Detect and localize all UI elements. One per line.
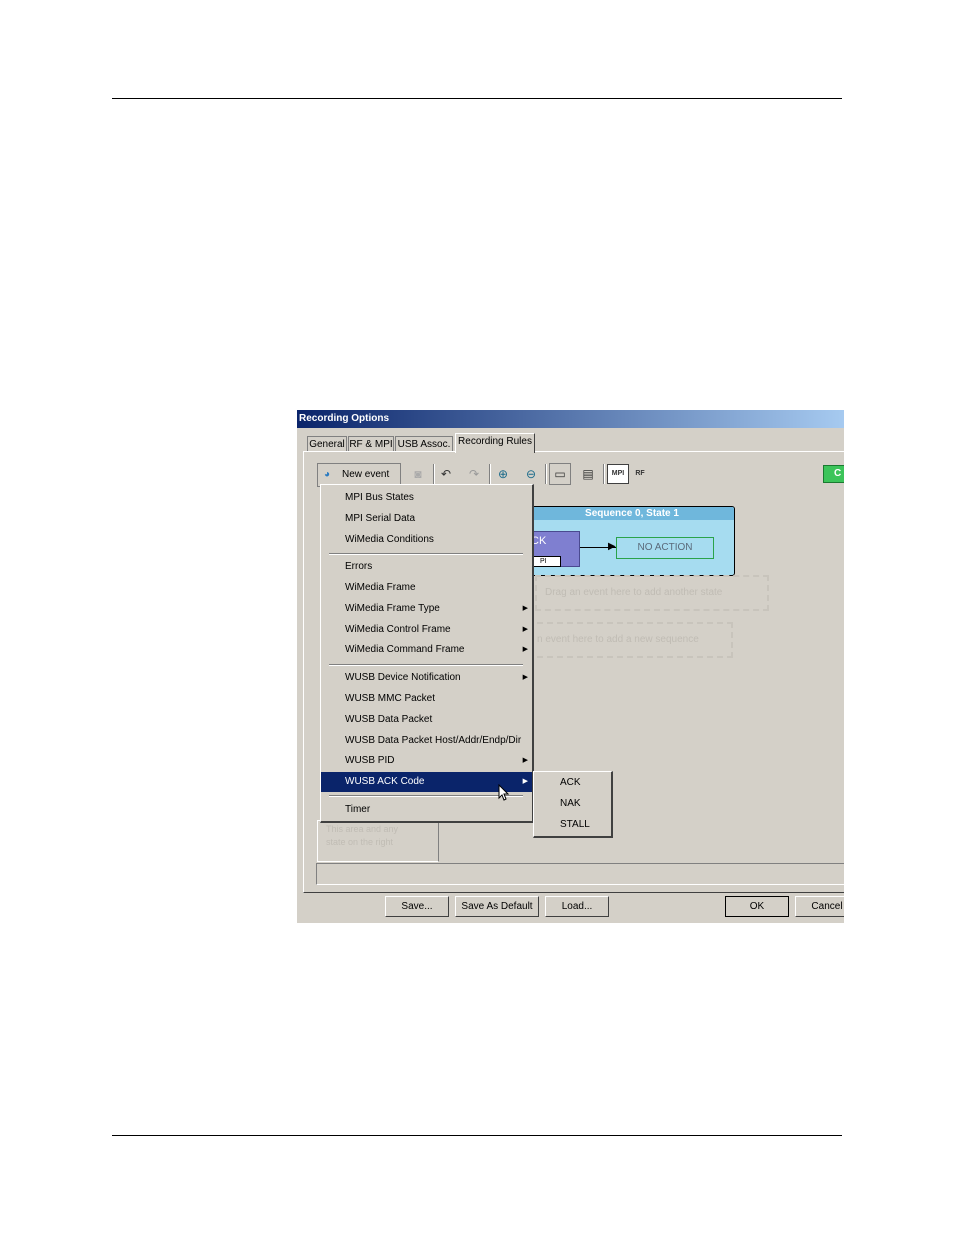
menu-item-wimedia-conditions[interactable]: WiMedia Conditions <box>321 530 532 550</box>
menu-item-timer[interactable]: Timer <box>321 800 532 820</box>
submenu-item-nak[interactable]: NAK <box>534 794 611 814</box>
new-event-menu: MPI Bus States MPI Serial Data WiMedia C… <box>320 484 534 823</box>
zoom-out-icon[interactable]: ⊖ <box>520 463 542 485</box>
rf-toggle[interactable]: RF <box>629 463 651 485</box>
ack-code-submenu: ACK NAK STALL <box>533 771 613 838</box>
toolbar-separator <box>603 464 605 484</box>
layout-icon[interactable]: ▭ <box>549 463 571 485</box>
toolbar-separator <box>489 464 491 484</box>
tab-usb-assoc[interactable]: USB Assoc. <box>395 436 453 452</box>
sequence-state-box[interactable]: Sequence 0, State 1 CK PI ▶ NO ACTION <box>529 506 735 576</box>
menu-item-wusb-data-packet[interactable]: WUSB Data Packet <box>321 710 532 730</box>
menu-item-wimedia-frame-type[interactable]: WiMedia Frame Type ▶ <box>321 599 532 619</box>
menu-item-errors[interactable]: Errors <box>321 557 532 577</box>
tab-recording-rules[interactable]: Recording Rules <box>455 433 535 453</box>
window-title: Recording Options <box>299 413 389 424</box>
undo-icon[interactable]: ↶ <box>435 463 457 485</box>
mpi-toggle[interactable]: MPI <box>607 464 629 484</box>
properties-icon[interactable]: ▤ <box>577 463 599 485</box>
bottom-rule <box>112 1135 842 1136</box>
green-status-button[interactable]: C <box>823 465 844 483</box>
camera-icon[interactable]: ◙ <box>407 463 429 485</box>
event-node[interactable]: CK PI <box>530 531 580 567</box>
menu-item-mpi-serial-data[interactable]: MPI Serial Data <box>321 509 532 529</box>
load-button[interactable]: Load... <box>545 896 609 917</box>
submenu-item-ack[interactable]: ACK <box>534 773 611 793</box>
tab-general[interactable]: General <box>307 436 347 452</box>
menu-item-wusb-mmc-packet[interactable]: WUSB MMC Packet <box>321 689 532 709</box>
submenu-item-stall[interactable]: STALL <box>534 815 611 835</box>
menu-item-wimedia-command-frame[interactable]: WiMedia Command Frame ▶ <box>321 640 532 660</box>
action-node[interactable]: NO ACTION <box>616 537 714 559</box>
drop-zone-sequence[interactable]: n event here to add a new sequence <box>527 622 733 658</box>
top-rule <box>112 98 842 99</box>
menu-separator <box>329 553 523 555</box>
toolbar-separator <box>545 464 547 484</box>
menu-item-wusb-pid[interactable]: WUSB PID ▶ <box>321 751 532 771</box>
menu-item-wimedia-control-frame[interactable]: WiMedia Control Frame ▶ <box>321 620 532 640</box>
cancel-button[interactable]: Cancel <box>795 896 844 917</box>
ok-button[interactable]: OK <box>725 896 789 917</box>
new-event-icon: ◕ <box>324 469 331 480</box>
menu-item-mpi-bus-states[interactable]: MPI Bus States <box>321 488 532 508</box>
menu-item-wusb-data-packet-host[interactable]: WUSB Data Packet Host/Addr/Endp/Dir <box>321 731 532 751</box>
left-event-pane: This area and any state on the right <box>317 820 439 862</box>
save-button[interactable]: Save... <box>385 896 449 917</box>
zoom-in-icon[interactable]: ⊕ <box>492 463 514 485</box>
arrow-head-icon: ▶ <box>608 541 616 552</box>
mouse-cursor-icon <box>498 784 510 801</box>
drop-zone-state[interactable]: Drag an event here to add another state <box>535 575 769 611</box>
menu-separator <box>329 664 523 666</box>
menu-separator <box>329 795 523 797</box>
menu-item-wimedia-frame[interactable]: WiMedia Frame <box>321 578 532 598</box>
window-titlebar[interactable]: Recording Options <box>297 410 844 428</box>
status-bar <box>316 863 844 885</box>
sequence-title: Sequence 0, State 1 <box>530 507 734 520</box>
save-as-default-button[interactable]: Save As Default <box>455 896 539 917</box>
redo-icon[interactable]: ↷ <box>463 463 485 485</box>
menu-item-wusb-device-notification[interactable]: WUSB Device Notification ▶ <box>321 668 532 688</box>
tab-rf-mpi[interactable]: RF & MPI <box>348 436 394 452</box>
